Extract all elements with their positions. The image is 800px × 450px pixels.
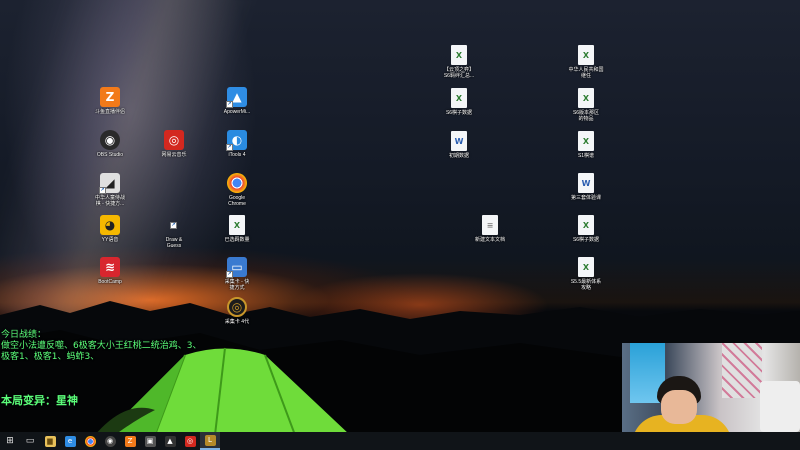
- desktop-icon-excel-s55[interactable]: X S5.5最新体系 攻略: [551, 257, 621, 291]
- excel-file-icon: X: [578, 215, 594, 235]
- stream-stats-overlay: 今日战绩： 做空小法遭反噬、6极客大小王红桃二统治鸡、3、 极客1、极客1、蚂蚱…: [1, 330, 301, 363]
- chrome-button[interactable]: ●: [80, 432, 100, 450]
- desktop-icon-excel-s6-pieces-2[interactable]: X S6棋子数据: [551, 215, 621, 243]
- capture-button[interactable]: ▣: [140, 432, 160, 450]
- desktop-icon-capture-shortcut[interactable]: ▭ ↗ 采集卡 - 快 捷方式: [202, 257, 272, 291]
- desktop-icon-apowermirror[interactable]: ▲ ↗ ApowerMi...: [202, 87, 272, 115]
- game-button[interactable]: L: [200, 432, 220, 450]
- text-file-icon: ≡: [482, 215, 498, 235]
- capture-card-app-icon: ▭ ↗: [226, 257, 247, 278]
- chrome-icon: ●: [84, 435, 96, 447]
- bootcamp-app-icon: ≋: [100, 257, 120, 277]
- desktop-icon-draw-and-guess[interactable]: ↗ Draw & Guess: [139, 215, 209, 249]
- file-explorer-button[interactable]: ▆: [40, 432, 60, 450]
- desktop-icon-yy-voice[interactable]: ◕ YY语音: [75, 215, 145, 243]
- douyu-app-icon: Z: [100, 87, 120, 107]
- obs-button[interactable]: ◉: [100, 432, 120, 450]
- desktop-icon-word-third-course[interactable]: W 第三套体验课: [551, 173, 621, 201]
- stats-line-1: 做空小法遭反噬、6极客大小王红桃二统治鸡、3、: [1, 341, 202, 351]
- game-icon: L: [204, 434, 216, 446]
- desktop-icon-excel-selected[interactable]: X 已选羁数量: [202, 215, 272, 243]
- task-view-button[interactable]: ▭: [20, 432, 40, 450]
- excel-file-icon: X: [578, 45, 594, 65]
- apowermirror-app-icon: ▲ ↗: [226, 87, 247, 108]
- desktop-icon-word-initial-data[interactable]: W 初期数据: [424, 131, 494, 159]
- excel-file-icon: X: [451, 45, 467, 65]
- douyu-icon: Z: [124, 435, 136, 447]
- excel-file-icon: X: [578, 88, 594, 108]
- excel-file-icon: X: [229, 215, 245, 235]
- stats-header: 今日战绩：: [1, 330, 47, 340]
- edge-button[interactable]: e: [60, 432, 80, 450]
- desktop-icon-excel-s1[interactable]: X S1棋谱: [551, 131, 621, 159]
- word-file-icon: W: [578, 173, 594, 193]
- douyu-button[interactable]: Z: [120, 432, 140, 450]
- webcam-feed: [622, 343, 800, 432]
- desktop-icon-new-text-doc[interactable]: ≡ 新建文本文档: [455, 215, 525, 243]
- desktop-icon-autochess-shortcut[interactable]: ◢ ↗ 中华人童侍战 棋 - 快捷方...: [75, 173, 145, 207]
- obs-icon: ◉: [104, 435, 116, 447]
- desktop-icon-excel-prc[interactable]: X 中华人民共和国 继任: [551, 45, 621, 79]
- autochess-app-icon: ◢ ↗: [99, 173, 120, 194]
- excel-file-icon: X: [578, 131, 594, 151]
- obs-app-icon: ◉: [100, 130, 120, 150]
- capture-icon: ▣: [144, 435, 156, 447]
- itools-app-icon: ◐ ↗: [226, 130, 247, 151]
- desktop-icon-capture-4[interactable]: ◎ 采集卡 4代: [202, 297, 272, 325]
- round-variant-label: 本局变异：星神: [1, 394, 78, 407]
- photos-icon: ▲: [164, 435, 176, 447]
- edge-icon: e: [64, 435, 76, 447]
- desktop-icon-excel-s6-pieces[interactable]: X S6棋子数据: [424, 88, 494, 116]
- yy-app-icon: ◕: [100, 215, 120, 235]
- chrome-app-icon: ●: [227, 173, 247, 193]
- start-button[interactable]: ⊞: [0, 432, 20, 450]
- desktop-icon-google-chrome[interactable]: ● Google Chrome: [202, 173, 272, 207]
- desktop-icon-excel-s6-synergy[interactable]: X 【云顶之弈】 S6羁绊汇总...: [424, 45, 494, 79]
- excel-file-icon: X: [578, 257, 594, 277]
- windows-logo-icon: ⊞: [6, 436, 14, 446]
- desktop-icon-bootcamp[interactable]: ≋ BootCamp: [75, 257, 145, 285]
- capture-card-4-app-icon: ◎: [227, 297, 247, 317]
- netease-music-button[interactable]: ◎: [180, 432, 200, 450]
- folder-icon: ▆: [44, 435, 56, 447]
- desktop-icon-douyu[interactable]: Z 斗鱼直播伴侣: [75, 87, 145, 115]
- word-file-icon: W: [451, 131, 467, 151]
- desktop-icon-itools[interactable]: ◐ ↗ iTools 4: [202, 130, 272, 158]
- desktop-icon-netease-music[interactable]: ◎ 网易云音乐: [139, 130, 209, 158]
- stats-line-2: 极客1、极客1、蚂蚱3、: [1, 352, 100, 362]
- photos-button[interactable]: ▲: [160, 432, 180, 450]
- desktop-icon-excel-s6-items[interactable]: X S6版本那区 的物品: [551, 88, 621, 122]
- desktop-icon-obs-studio[interactable]: ◉ OBS Studio: [75, 130, 145, 158]
- task-view-icon: ▭: [25, 436, 35, 446]
- draw-guess-shortcut-icon: ↗: [170, 222, 177, 229]
- excel-file-icon: X: [451, 88, 467, 108]
- netease-music-app-icon: ◎: [164, 130, 184, 150]
- netease-music-icon: ◎: [184, 435, 196, 447]
- taskbar: ⊞ ▭ ▆ e ● ◉ Z ▣ ▲ ◎ L: [0, 432, 800, 450]
